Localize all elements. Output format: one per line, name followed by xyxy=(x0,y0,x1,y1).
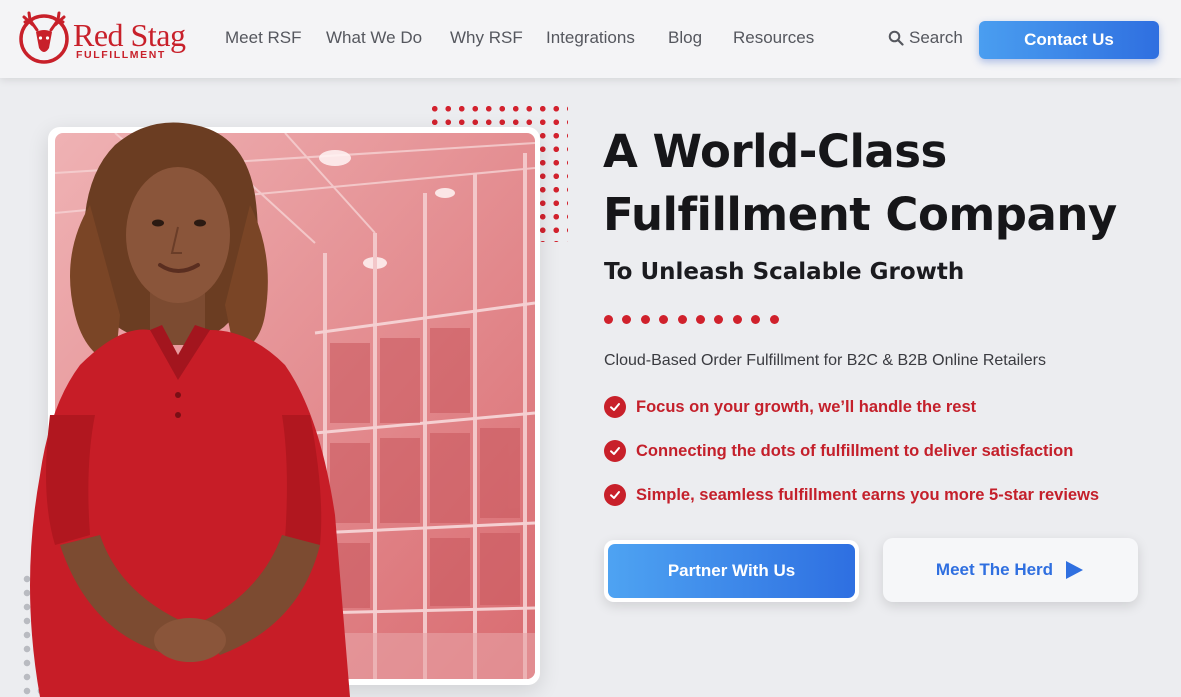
herd-button-label: Meet The Herd xyxy=(935,560,1054,579)
nav-integrations[interactable]: Integrations xyxy=(546,28,635,48)
search-icon xyxy=(888,30,904,46)
site-header: Red Stag FULFILLMENT Meet RSF What We Do… xyxy=(0,0,1181,78)
nav-meet-rsf[interactable]: Meet RSF xyxy=(225,28,302,48)
meet-the-herd-button[interactable]: Meet The Herd xyxy=(883,538,1138,602)
play-arrow-icon xyxy=(1066,561,1084,579)
feature-item: Focus on your growth, we’ll handle the r… xyxy=(604,396,976,418)
nav-blog[interactable]: Blog xyxy=(668,28,702,48)
smiling-woman-image xyxy=(30,122,350,697)
check-circle-icon xyxy=(604,440,626,462)
hero-title-line-2: Fulfillment Company xyxy=(603,188,1117,241)
feature-text: Simple, seamless fulfillment earns you m… xyxy=(636,485,1100,504)
partner-with-us-button[interactable]: Partner With Us xyxy=(604,540,859,602)
feature-text: Focus on your growth, we’ll handle the r… xyxy=(636,397,977,416)
contact-us-button[interactable]: Contact Us xyxy=(979,21,1159,59)
feature-item: Connecting the dots of fulfillment to de… xyxy=(604,440,1073,462)
search-link[interactable]: Search xyxy=(888,28,963,48)
feature-text: Connecting the dots of fulfillment to de… xyxy=(636,441,1074,460)
feature-item: Simple, seamless fulfillment earns you m… xyxy=(604,484,1099,506)
search-label: Search xyxy=(909,28,963,47)
dotted-divider xyxy=(604,315,779,324)
hero-tagline: Cloud-Based Order Fulfillment for B2C & … xyxy=(604,352,1046,369)
nav-why-rsf[interactable]: Why RSF xyxy=(450,28,523,48)
check-circle-icon xyxy=(604,396,626,418)
hero-title-line-1: A World-Class xyxy=(603,125,947,178)
hero-title: A World-Class Fulfillment Company xyxy=(603,120,1163,246)
nav-resources[interactable]: Resources xyxy=(733,28,814,48)
check-circle-icon xyxy=(604,484,626,506)
partner-button-label: Partner With Us xyxy=(608,544,855,598)
main-nav: Meet RSF What We Do Why RSF Integrations… xyxy=(0,0,1181,78)
nav-what-we-do[interactable]: What We Do xyxy=(326,28,422,48)
hero-subtitle: To Unleash Scalable Growth xyxy=(604,259,965,285)
